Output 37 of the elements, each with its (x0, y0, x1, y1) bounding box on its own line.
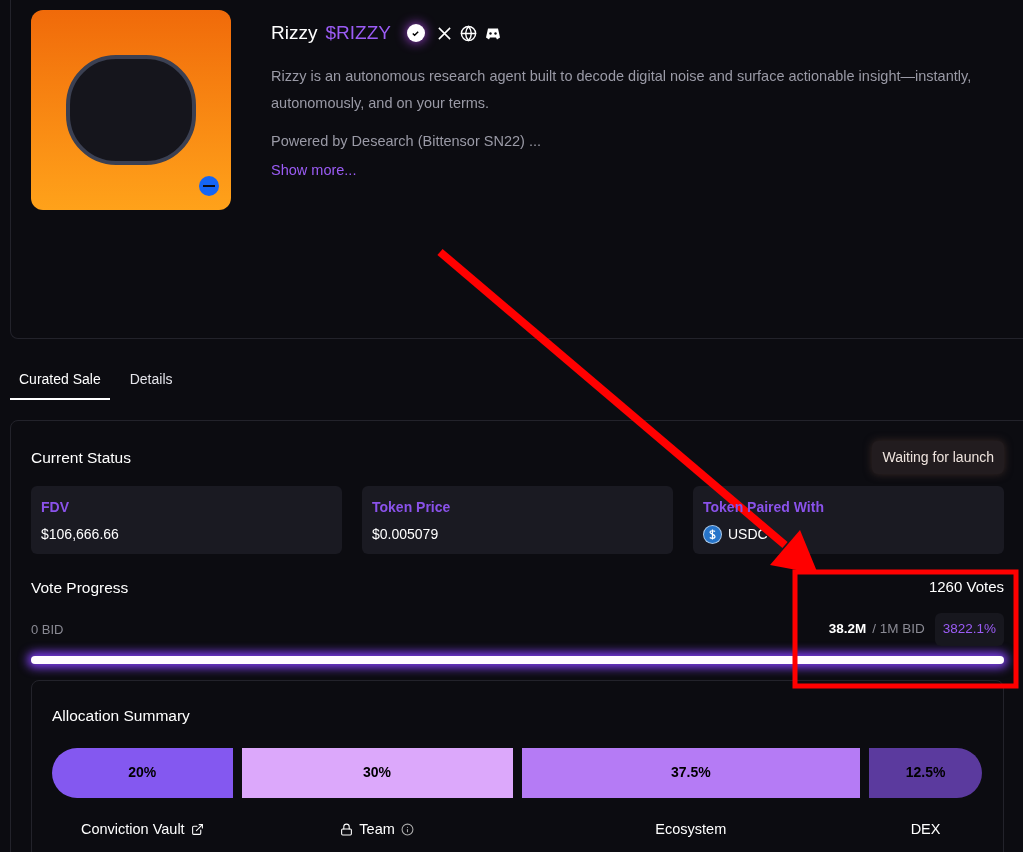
globe-icon[interactable] (459, 24, 477, 42)
min-bid-label: 0 BID (31, 620, 64, 639)
stat-value: $0.005079 (372, 525, 439, 544)
lock-icon (340, 823, 354, 837)
vote-count: 1260 Votes (928, 577, 1004, 597)
external-link-icon[interactable] (190, 823, 204, 837)
powered-by-text: Powered by Desearch (Bittensor SN22) ... (271, 131, 542, 151)
allocation-label: Ecosystem (655, 819, 727, 839)
tab[interactable]: Curated Sale (10, 361, 110, 400)
dollar-coin-icon (703, 525, 722, 544)
stat-value: $106,666.66 (41, 525, 119, 544)
percent-badge: 3822.1% (934, 613, 1004, 646)
allocation-label: Conviction Vault (80, 819, 185, 839)
status-badge: Waiting for launch (872, 441, 1004, 474)
section-title: Allocation Summary (52, 705, 190, 726)
allocation-segment: 12.5% (869, 747, 982, 798)
x-logo-icon[interactable] (436, 25, 452, 41)
info-icon[interactable] (400, 823, 414, 837)
stat-label: FDV (41, 498, 69, 517)
project-name: Rizzy (271, 21, 318, 45)
show-more-link[interactable]: Show more... (271, 160, 357, 182)
stat-value: USDC (728, 525, 768, 544)
tab[interactable]: Details (120, 361, 182, 400)
allocation-segment: 30% (241, 747, 513, 798)
stat-label: Token Price (372, 498, 451, 517)
allocation-segment: 20% (52, 747, 233, 798)
allocation-segment: 37.5% (521, 747, 861, 798)
raised-amount: 38.2M (828, 620, 867, 639)
section-title: Current Status (31, 447, 131, 468)
allocation-label: Team (359, 819, 395, 839)
minus-badge-icon (199, 176, 219, 196)
chat-logo-icon[interactable] (484, 26, 501, 40)
project-description: Rizzy is an autonomous research agent built to decode digital noise and surface actionable insight—instantly, autonomously, and on your terms. (271, 66, 973, 113)
project-ticker: $RIZZY (325, 21, 391, 45)
section-title: Vote Progress (31, 578, 129, 598)
goal-amount: / 1M BID (872, 620, 925, 639)
allocation-label: DEX (910, 819, 941, 839)
